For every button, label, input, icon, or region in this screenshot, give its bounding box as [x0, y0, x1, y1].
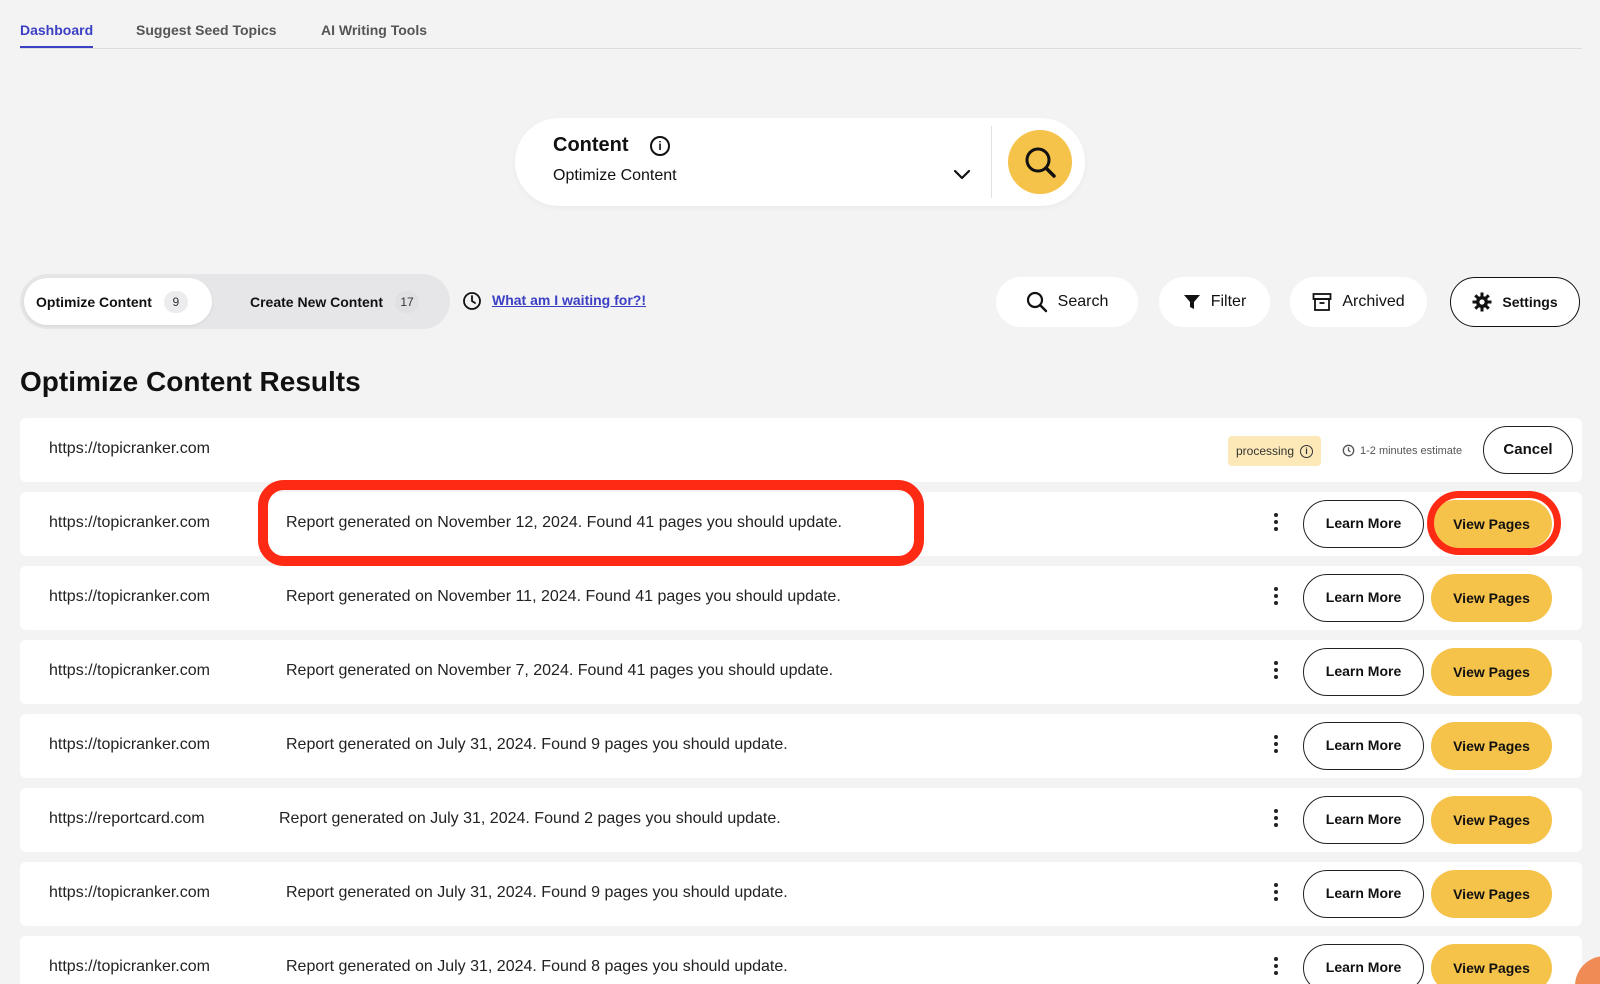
cancel-button[interactable]: Cancel [1483, 426, 1573, 474]
info-icon[interactable]: i [1300, 444, 1314, 458]
result-row: https://topicranker.com Report generated… [20, 492, 1582, 556]
result-row: https://reportcard.com Report generated … [20, 788, 1582, 852]
archive-icon [1312, 293, 1332, 311]
processing-row: https://topicranker.com processing i 1-2… [20, 418, 1582, 482]
archived-label: Archived [1342, 293, 1405, 310]
tab-suggest-seed-topics[interactable]: Suggest Seed Topics [136, 22, 277, 46]
content-type-selector[interactable]: Content i Optimize Content [515, 118, 1085, 206]
learn-more-button[interactable]: Learn More [1303, 500, 1424, 548]
archived-button[interactable]: Archived [1290, 277, 1427, 327]
more-options-icon[interactable] [1272, 883, 1280, 905]
page-title: Optimize Content Results [20, 366, 361, 397]
row-message: Report generated on November 11, 2024. F… [286, 588, 841, 605]
clock-icon [463, 292, 481, 310]
row-message: Report generated on July 31, 2024. Found… [286, 736, 788, 753]
more-options-icon[interactable] [1272, 809, 1280, 831]
toggle-label: Optimize Content [36, 293, 152, 310]
toggle-create-new-content[interactable]: Create New Content 17 [232, 278, 446, 325]
result-row: https://topicranker.com Report generated… [20, 936, 1582, 984]
what-am-i-waiting-for-link[interactable]: What am I waiting for?! [492, 292, 646, 308]
view-pages-button[interactable]: View Pages [1431, 722, 1552, 770]
row-message: Report generated on July 31, 2024. Found… [279, 810, 781, 827]
info-icon[interactable]: i [650, 136, 670, 156]
row-message: Report generated on July 31, 2024. Found… [286, 958, 788, 975]
more-options-icon[interactable] [1272, 587, 1280, 609]
settings-label: Settings [1502, 294, 1558, 310]
row-url: https://topicranker.com [49, 514, 210, 531]
top-nav: Dashboard Suggest Seed Topics AI Writing… [20, 0, 1582, 49]
view-pages-button[interactable]: View Pages [1431, 796, 1552, 844]
more-options-icon[interactable] [1272, 513, 1280, 535]
filter-button[interactable]: Filter [1159, 277, 1270, 327]
selector-title: Content [553, 134, 629, 156]
result-row: https://topicranker.com Report generated… [20, 862, 1582, 926]
row-url: https://topicranker.com [49, 440, 210, 457]
row-url: https://topicranker.com [49, 588, 210, 605]
result-row: https://topicranker.com Report generated… [20, 640, 1582, 704]
learn-more-button[interactable]: Learn More [1303, 574, 1424, 622]
view-pages-button[interactable]: View Pages [1431, 574, 1552, 622]
result-row: https://topicranker.com Report generated… [20, 566, 1582, 630]
count-badge: 9 [163, 290, 188, 313]
row-url: https://reportcard.com [49, 810, 205, 827]
search-icon [1025, 147, 1056, 178]
learn-more-button[interactable]: Learn More [1303, 796, 1424, 844]
estimate-label: 1-2 minutes estimate [1360, 444, 1463, 457]
run-search-button[interactable] [1008, 130, 1072, 194]
learn-more-button[interactable]: Learn More [1303, 870, 1424, 918]
learn-more-button[interactable]: Learn More [1303, 648, 1424, 696]
row-message: Report generated on November 12, 2024. F… [286, 514, 842, 531]
toggle-optimize-content[interactable]: Optimize Content 9 [24, 278, 212, 325]
status-badge: processing i [1228, 436, 1322, 466]
content-mode-toggle: Optimize Content 9 Create New Content 17 [20, 274, 450, 329]
row-message: Report generated on November 7, 2024. Fo… [286, 662, 834, 679]
view-pages-button[interactable]: View Pages [1431, 870, 1552, 918]
chevron-down-icon[interactable] [952, 168, 972, 182]
row-url: https://topicranker.com [49, 958, 210, 975]
selector-value[interactable]: Optimize Content [553, 167, 677, 185]
view-pages-button[interactable]: View Pages [1431, 648, 1552, 696]
filter-label: Filter [1210, 293, 1247, 310]
search-label: Search [1057, 293, 1109, 310]
search-icon [1026, 291, 1047, 313]
row-url: https://topicranker.com [49, 884, 210, 901]
row-message: Report generated on July 31, 2024. Found… [286, 884, 788, 901]
more-options-icon[interactable] [1272, 661, 1280, 683]
gear-icon [1472, 292, 1492, 312]
toggle-label: Create New Content [250, 293, 384, 310]
selector-divider [991, 126, 992, 198]
status-label: processing [1236, 444, 1295, 458]
view-pages-button[interactable]: View Pages [1431, 500, 1552, 548]
row-url: https://topicranker.com [49, 662, 210, 679]
view-pages-button[interactable]: View Pages [1431, 944, 1552, 984]
clock-icon [1342, 444, 1355, 457]
learn-more-button[interactable]: Learn More [1303, 944, 1424, 984]
time-estimate: 1-2 minutes estimate [1342, 444, 1462, 457]
row-url: https://topicranker.com [49, 736, 210, 753]
result-row: https://topicranker.com Report generated… [20, 714, 1582, 778]
search-button[interactable]: Search [996, 277, 1138, 327]
more-options-icon[interactable] [1272, 735, 1280, 757]
settings-button[interactable]: Settings [1450, 277, 1580, 327]
filter-icon [1183, 295, 1200, 309]
count-badge: 17 [395, 290, 420, 313]
tab-ai-writing-tools[interactable]: AI Writing Tools [321, 22, 427, 46]
more-options-icon[interactable] [1272, 957, 1280, 979]
tab-dashboard[interactable]: Dashboard [20, 22, 94, 48]
learn-more-button[interactable]: Learn More [1303, 722, 1424, 770]
